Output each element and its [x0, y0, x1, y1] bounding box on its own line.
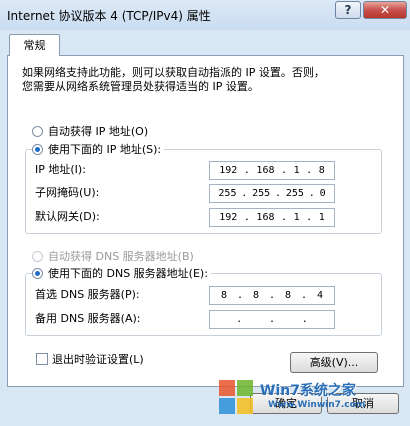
- manual-dns-option[interactable]: 使用下面的 DNS 服务器地址(E):: [32, 265, 211, 281]
- description-line-2: 您需要从网络系统管理员处获得适当的 IP 设置。: [22, 80, 259, 93]
- gateway-octet-3: 1: [293, 212, 300, 223]
- tab-general[interactable]: 常规: [9, 34, 60, 56]
- validate-on-exit-checkbox[interactable]: [36, 353, 48, 365]
- mask-octet-1: 255: [218, 188, 237, 199]
- preferred-dns-octet-4: 4: [316, 290, 324, 301]
- mask-octet-2: 255: [252, 188, 271, 199]
- watermark-text: Win7系统之家: [260, 383, 356, 399]
- preferred-dns-label: 首选 DNS 服务器(P):: [35, 288, 140, 301]
- manual-ip-label: 使用下面的 IP 地址(S):: [48, 143, 162, 156]
- ip-octet-3: 1: [293, 165, 300, 176]
- subnet-mask-label: 子网掩码(U):: [35, 186, 100, 199]
- mask-octet-3: 255: [285, 188, 304, 199]
- description-text: 如果网络支持此功能，则可以获取自动指派的 IP 设置。否则， 您需要从网络系统管…: [22, 66, 392, 94]
- auto-dns-label: 自动获得 DNS 服务器地址(B): [48, 250, 194, 263]
- manual-dns-label: 使用下面的 DNS 服务器地址(E):: [48, 267, 208, 280]
- ip-address-label: IP 地址(I):: [35, 163, 86, 176]
- default-gateway-field[interactable]: 192. 168. 1. 1: [209, 208, 335, 227]
- advanced-button[interactable]: 高级(V)...: [290, 352, 378, 373]
- auto-dns-radio[interactable]: [32, 250, 43, 262]
- auto-ip-label: 自动获得 IP 地址(O): [48, 125, 149, 138]
- ip-octet-4: 8: [318, 165, 325, 176]
- window-title: Internet 协议版本 4 (TCP/IPv4) 属性: [7, 9, 211, 23]
- manual-ip-radio[interactable]: [32, 143, 43, 155]
- preferred-dns-field[interactable]: 8. 8. 8. 4: [209, 286, 335, 305]
- auto-ip-radio[interactable]: [32, 125, 43, 137]
- manual-ip-option[interactable]: 使用下面的 IP 地址(S):: [32, 141, 165, 157]
- preferred-dns-octet-1: 8: [220, 290, 228, 301]
- validate-on-exit-label: 退出时验证设置(L): [52, 353, 144, 366]
- watermark-url: Www.Winwin7.com: [268, 400, 366, 410]
- gateway-octet-1: 192: [219, 212, 238, 223]
- auto-dns-option[interactable]: 自动获得 DNS 服务器地址(B): [32, 248, 194, 264]
- title-bar[interactable]: Internet 协议版本 4 (TCP/IPv4) 属性 ? ✕: [0, 0, 410, 30]
- description-line-1: 如果网络支持此功能，则可以获取自动指派的 IP 设置。否则，: [22, 66, 325, 79]
- auto-ip-option[interactable]: 自动获得 IP 地址(O): [32, 123, 148, 139]
- preferred-dns-octet-2: 8: [252, 290, 260, 301]
- default-gateway-label: 默认网关(D):: [35, 210, 100, 223]
- preferred-dns-octet-3: 8: [284, 290, 292, 301]
- alternate-dns-label: 备用 DNS 服务器(A):: [35, 312, 141, 325]
- close-button[interactable]: ✕: [363, 1, 407, 19]
- subnet-mask-field[interactable]: 255. 255. 255. 0: [209, 184, 335, 203]
- validate-on-exit-option[interactable]: 退出时验证设置(L): [36, 351, 144, 367]
- alternate-dns-field[interactable]: . . .: [209, 310, 335, 329]
- gateway-octet-2: 168: [256, 212, 275, 223]
- ip-octet-1: 192: [219, 165, 238, 176]
- mask-octet-4: 0: [319, 188, 326, 199]
- ip-address-field[interactable]: 192. 168. 1. 8: [209, 161, 335, 180]
- help-button[interactable]: ?: [335, 1, 361, 19]
- manual-dns-radio[interactable]: [32, 267, 43, 279]
- gateway-octet-4: 1: [318, 212, 325, 223]
- ip-octet-2: 168: [256, 165, 275, 176]
